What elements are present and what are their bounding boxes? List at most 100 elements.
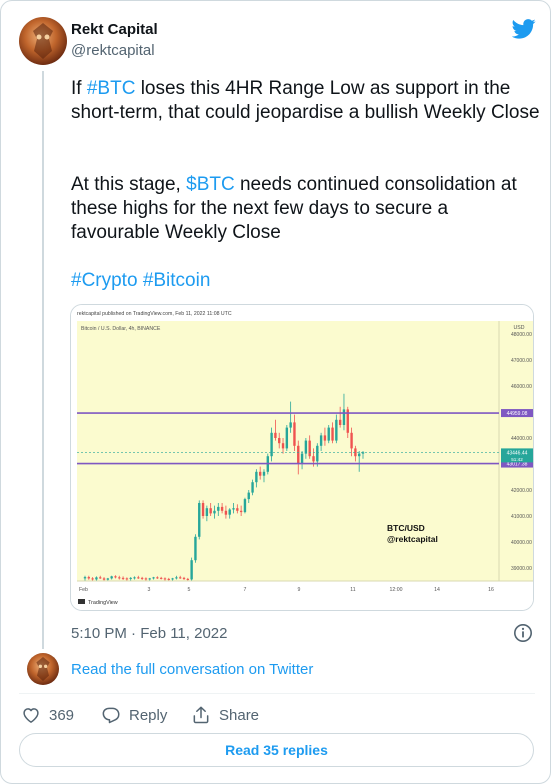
price-tick: 46000.00	[511, 384, 532, 390]
tweet-paragraph-2: At this stage, $BTC needs continued cons…	[71, 173, 541, 245]
chart-watermark-symbol: BTC/USD	[387, 523, 425, 533]
candle-body	[205, 508, 209, 516]
candle-body	[95, 577, 98, 580]
candle-body	[106, 578, 110, 580]
candle-body	[129, 577, 132, 579]
candle-body	[152, 577, 155, 579]
heart-icon	[23, 708, 39, 723]
share-label: Share	[219, 706, 260, 724]
hashtag-link[interactable]: #Crypto	[71, 270, 138, 291]
price-tick: 42000.00	[511, 488, 532, 494]
candle-body	[342, 409, 346, 425]
candle-body	[236, 508, 239, 511]
last-price-label: 43446.44	[507, 450, 528, 456]
twitter-bird-icon[interactable]	[512, 18, 536, 40]
hashtag-link[interactable]: #Bitcoin	[143, 270, 211, 291]
price-tick: 40000.00	[511, 540, 532, 546]
candle-body	[224, 510, 228, 515]
hashtag-link[interactable]: $BTC	[186, 174, 235, 195]
tweet-text: If	[71, 78, 87, 99]
tweet-timestamp[interactable]: 5:10 PM · Feb 11, 2022	[71, 625, 227, 642]
candle-body	[102, 578, 106, 580]
time-tick: 5	[188, 587, 191, 593]
reply-button[interactable]: Reply	[101, 705, 167, 725]
time-tick: 12:00	[390, 587, 403, 593]
candle-body	[312, 456, 315, 462]
read-replies-button[interactable]: Read 35 replies	[19, 733, 534, 767]
like-button[interactable]: 369	[21, 705, 74, 725]
candle-body	[300, 453, 304, 464]
candle-body	[293, 422, 296, 446]
candle-body	[350, 432, 353, 449]
candle-body	[99, 577, 102, 579]
candle-body	[114, 576, 117, 578]
candle-body	[255, 471, 258, 483]
candle-body	[144, 578, 148, 580]
candle-body	[285, 427, 289, 449]
hashtag-link[interactable]: #BTC	[87, 78, 136, 99]
price-tick: 47000.00	[511, 358, 532, 364]
candle-body	[133, 577, 136, 579]
candle-body	[140, 577, 144, 579]
candle-body	[323, 435, 327, 441]
candle-body	[118, 577, 121, 579]
like-count: 369	[49, 706, 75, 724]
candle-body	[308, 440, 311, 457]
candle-body	[297, 445, 300, 464]
reply-label: Reply	[129, 706, 168, 724]
candle-body	[243, 499, 247, 513]
chart-published-note: rektcapital published on TradingView.com…	[77, 311, 232, 317]
candle-body	[110, 576, 113, 579]
tweet-text: At this stage,	[71, 174, 187, 195]
time-tick: 14	[434, 587, 440, 593]
author-handle[interactable]: @rektcapital	[71, 42, 155, 59]
thread-line	[42, 71, 44, 649]
price-tick: 39000.00	[511, 566, 532, 572]
time-tick: 16	[488, 587, 494, 593]
candle-body	[121, 577, 125, 579]
chart-watermark-author: @rektcapital	[387, 534, 438, 544]
candle-body	[338, 419, 342, 425]
candle-body	[331, 427, 334, 441]
last-price-timer: 51:42	[511, 457, 523, 462]
tweet-paragraph-1: If #BTC loses this 4HR Range Low as supp…	[71, 77, 541, 125]
divider	[19, 693, 535, 694]
candle-body	[91, 578, 94, 580]
candle-body	[159, 577, 163, 579]
candle-body	[83, 577, 87, 579]
read-conversation-link[interactable]: Read the full conversation on Twitter	[71, 661, 313, 678]
time-tick: Feb	[79, 587, 88, 593]
candle-body	[156, 577, 159, 579]
author-name[interactable]: Rekt Capital	[71, 21, 158, 38]
chart-symbol: Bitcoin / U.S. Dollar, 4h, BINANCE	[81, 326, 161, 332]
candle-body	[171, 578, 174, 580]
author-avatar-small[interactable]	[27, 653, 59, 685]
candle-body	[213, 510, 216, 514]
info-icon[interactable]	[513, 623, 533, 643]
tradingview-logo	[78, 599, 85, 604]
candle-body	[289, 422, 292, 428]
time-tick: 9	[298, 587, 301, 593]
candle-body	[167, 578, 170, 580]
candle-body	[201, 503, 205, 516]
candle-body	[209, 508, 212, 514]
level-label: 44959.08	[507, 411, 528, 417]
author-avatar[interactable]	[19, 17, 67, 65]
candle-body	[148, 578, 151, 580]
share-button[interactable]: Share	[191, 705, 259, 725]
candle-body	[217, 506, 220, 511]
price-tick: 44000.00	[511, 436, 532, 442]
candle-body	[262, 471, 266, 476]
candle-body	[125, 578, 129, 580]
share-icon	[193, 706, 209, 724]
time-tick: 7	[244, 587, 247, 593]
candle-body	[239, 510, 243, 513]
candle-body	[232, 508, 235, 510]
tweet-media-chart[interactable]: rektcapital published on TradingView.com…	[70, 304, 534, 611]
candle-body	[304, 440, 308, 454]
tradingview-brand: TradingView	[88, 600, 118, 606]
candle-body	[247, 492, 250, 500]
candle-body	[278, 438, 281, 444]
candle-body	[251, 482, 254, 493]
price-tick: 48000.00	[511, 332, 532, 338]
